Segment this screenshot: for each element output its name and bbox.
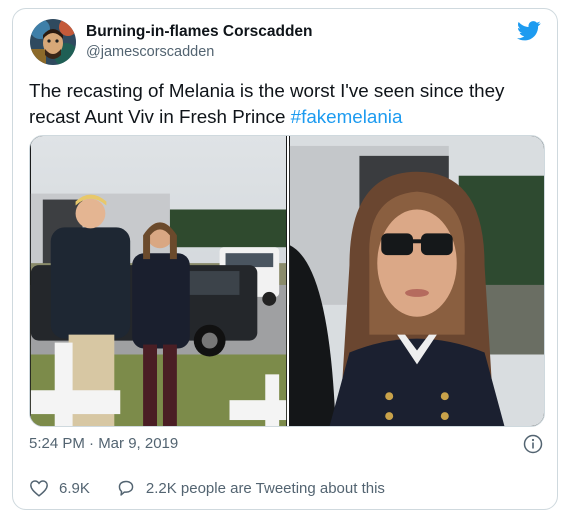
photo-right[interactable] bbox=[289, 136, 545, 426]
like-count: 6.9K bbox=[59, 479, 90, 497]
info-icon[interactable] bbox=[523, 434, 543, 454]
tweet-body: The recasting of Melania is the worst I'… bbox=[29, 80, 505, 127]
hashtag-link[interactable]: #fakemelania bbox=[291, 106, 403, 127]
photo-left[interactable] bbox=[30, 136, 287, 426]
author-display-name[interactable]: Burning-in-flames Corscadden bbox=[86, 23, 313, 41]
reply-count-text: 2.2K people are Tweeting about this bbox=[145, 479, 385, 497]
reply-action[interactable]: 2.2K people are Tweeting about this bbox=[116, 479, 385, 497]
avatar-image bbox=[30, 19, 76, 65]
avatar[interactable] bbox=[30, 19, 76, 65]
tweet-actions: 6.9K 2.2K people are Tweeting about this bbox=[29, 477, 411, 499]
tweet-text: The recasting of Melania is the worst I'… bbox=[29, 78, 545, 130]
author-handle[interactable]: @jamescorscadden bbox=[86, 44, 214, 60]
heart-icon[interactable] bbox=[29, 479, 49, 497]
tweet-timestamp[interactable]: 5:24 PM · Mar 9, 2019 bbox=[29, 435, 178, 452]
twitter-bird-icon[interactable] bbox=[517, 20, 541, 42]
tweet-card[interactable]: Burning-in-flames Corscadden @jamescorsc… bbox=[12, 8, 558, 510]
comment-bubble-icon[interactable] bbox=[116, 479, 136, 497]
like-action[interactable]: 6.9K bbox=[29, 479, 90, 497]
tweet-media[interactable] bbox=[29, 135, 545, 427]
